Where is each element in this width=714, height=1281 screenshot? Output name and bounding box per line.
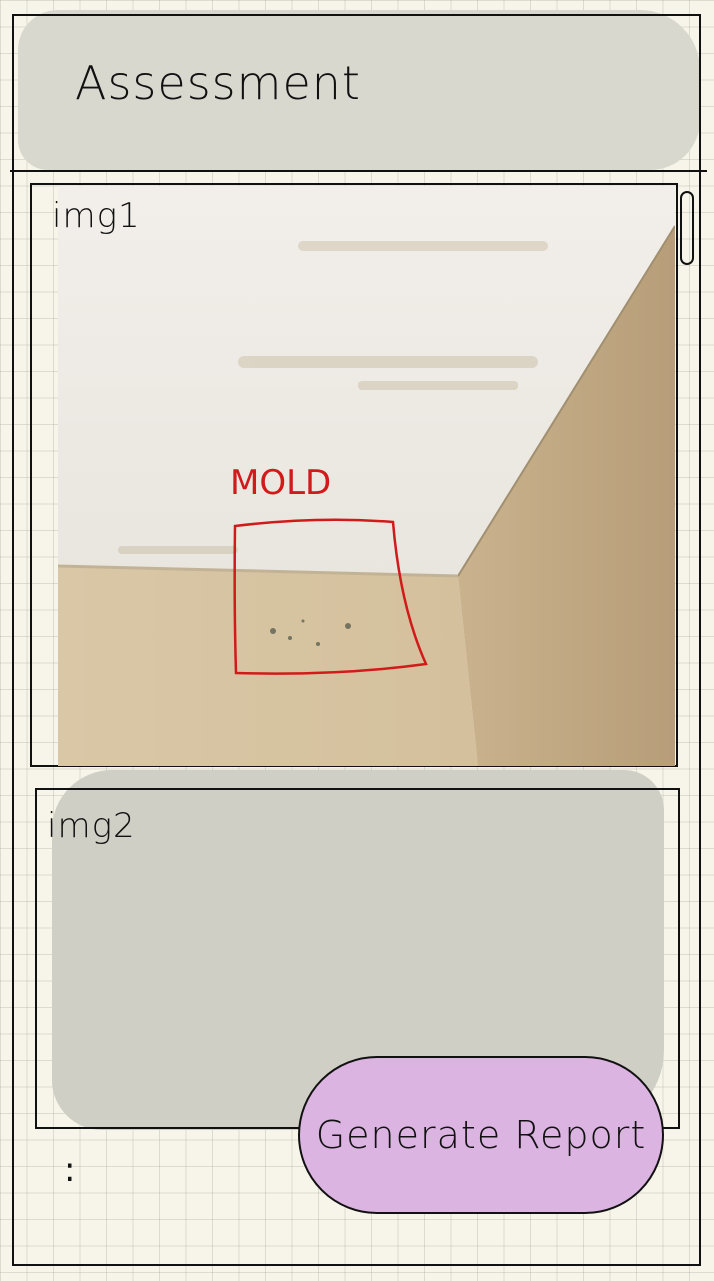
generate-report-button[interactable]: Generate Report: [298, 1056, 664, 1214]
mold-annotation: MOLD: [230, 463, 331, 503]
image-label-2: img2: [47, 806, 136, 846]
mold-photo[interactable]: MOLD: [58, 186, 675, 766]
more-content-indicator: :: [64, 1150, 76, 1190]
header-divider: [10, 170, 707, 172]
scrollbar-thumb[interactable]: [680, 191, 694, 265]
room-corner-image: MOLD: [58, 186, 675, 766]
page-title: Assessment: [75, 56, 361, 110]
generate-report-label: Generate Report: [315, 1113, 647, 1157]
image-label-1: img1: [52, 196, 141, 236]
